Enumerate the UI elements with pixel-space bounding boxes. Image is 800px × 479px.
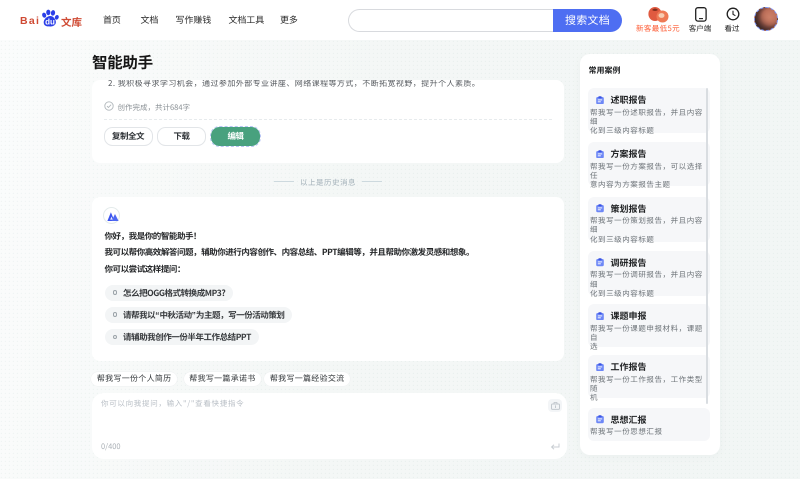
svg-text:du: du [45, 17, 55, 26]
